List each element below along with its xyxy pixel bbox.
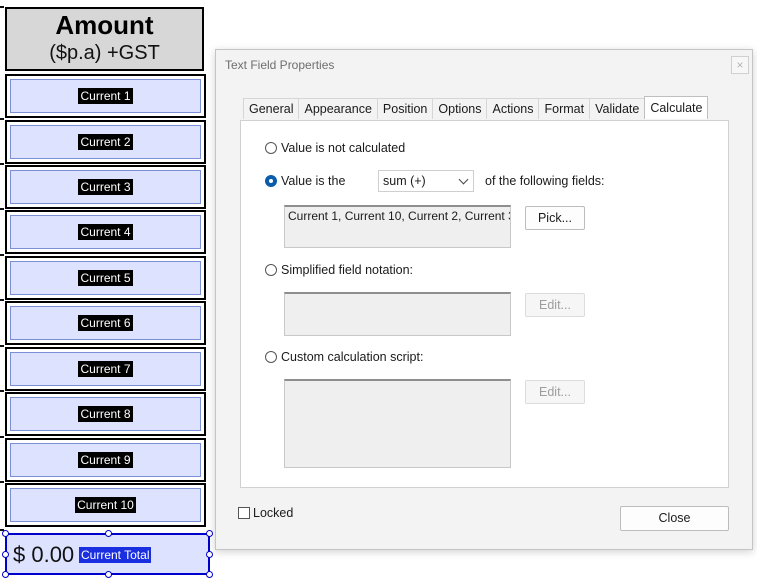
tab-calculate[interactable]: Calculate [644, 96, 709, 119]
table-row: Current 6 [5, 301, 206, 345]
field-name-label: Current 1 [78, 88, 133, 104]
radio-value-is-the[interactable]: Value is the [265, 174, 345, 188]
resize-handle[interactable] [2, 571, 9, 578]
form-field-current-4[interactable]: Current 4 [10, 215, 201, 249]
row-divider [0, 6, 4, 8]
radio-label: Value is not calculated [281, 141, 406, 155]
resize-handle[interactable] [206, 551, 213, 558]
row-divider [0, 345, 4, 347]
row-divider [0, 436, 4, 438]
table-row: Current 2 [5, 120, 206, 164]
form-field-current-2[interactable]: Current 2 [10, 125, 201, 159]
form-field-current-6[interactable]: Current 6 [10, 306, 201, 340]
form-amount-column: Amount ($p.a) +GST Current 1 Current 2 C… [0, 0, 213, 582]
tab-actions[interactable]: Actions [486, 98, 540, 119]
form-field-current-total[interactable]: $ 0.00 Current Total [2, 530, 213, 578]
locked-label: Locked [253, 506, 294, 520]
form-field-current-8[interactable]: Current 8 [10, 397, 201, 431]
table-row: Current 8 [5, 392, 206, 436]
close-icon[interactable]: × [731, 56, 749, 74]
tab-validate[interactable]: Validate [589, 98, 646, 119]
field-name-label: Current 7 [78, 361, 133, 377]
total-value: $ 0.00 [13, 542, 75, 567]
resize-handle[interactable] [105, 530, 112, 537]
custom-script-edit-button[interactable]: Edit... [525, 380, 585, 404]
radio-button[interactable] [265, 175, 277, 187]
form-field-current-1[interactable]: Current 1 [10, 79, 201, 113]
pick-button[interactable]: Pick... [525, 206, 585, 230]
form-field-current-7[interactable]: Current 7 [10, 352, 201, 386]
column-header-title: Amount [55, 10, 154, 40]
table-left-edge [0, 0, 4, 582]
row-divider [0, 163, 4, 165]
resize-handle[interactable] [206, 571, 213, 578]
operation-select-value: sum (+) [383, 174, 426, 188]
table-row: Current 3 [5, 165, 206, 209]
text-field-properties-dialog: Text Field Properties × General Appearan… [215, 49, 753, 550]
radio-label: Simplified field notation: [281, 263, 414, 277]
radio-not-calculated[interactable]: Value is not calculated [265, 141, 405, 155]
radio-simplified-notation[interactable]: Simplified field notation: [265, 263, 413, 277]
field-name-label: Current Total [79, 547, 152, 563]
field-name-label: Current 3 [78, 179, 133, 195]
radio-label: Custom calculation script: [281, 350, 424, 364]
row-divider [0, 208, 4, 210]
tab-position[interactable]: Position [376, 98, 434, 119]
table-row: Current 4 [5, 210, 206, 254]
field-name-label: Current 4 [78, 224, 133, 240]
form-field-current-10[interactable]: Current 10 [10, 488, 201, 522]
field-name-label: Current 9 [78, 452, 133, 468]
tab-options[interactable]: Options [432, 98, 488, 119]
table-row: Current 1 [5, 74, 206, 118]
table-row: Current 5 [5, 256, 206, 300]
row-divider [0, 254, 4, 256]
column-header: Amount ($p.a) +GST [5, 7, 204, 71]
field-name-label: Current 5 [78, 270, 133, 286]
operation-select[interactable]: sum (+) [378, 170, 474, 192]
simplified-notation-input[interactable] [284, 292, 511, 336]
radio-label: Value is the [281, 174, 346, 188]
of-following-fields-label: of the following fields: [485, 174, 605, 188]
resize-handle[interactable] [2, 551, 9, 558]
table-row: Current 10 [5, 483, 206, 527]
row-divider [0, 118, 4, 120]
locked-checkbox[interactable] [238, 507, 250, 519]
radio-button[interactable] [265, 351, 277, 363]
resize-handle[interactable] [2, 530, 9, 537]
field-name-label: Current 2 [78, 134, 133, 150]
field-name-label: Current 10 [75, 497, 136, 513]
field-name-label: Current 6 [78, 315, 133, 331]
row-divider [0, 299, 4, 301]
fields-list-input[interactable]: Current 1, Current 10, Current 2, Curren… [284, 205, 511, 248]
field-name-label: Current 8 [78, 406, 133, 422]
custom-script-input[interactable] [284, 379, 511, 468]
tab-appearance[interactable]: Appearance [298, 98, 378, 119]
row-divider [0, 390, 4, 392]
calculate-panel: Value is not calculated Value is the sum… [240, 120, 729, 488]
radio-button[interactable] [265, 142, 277, 154]
dialog-title: Text Field Properties [225, 58, 335, 72]
form-field-current-5[interactable]: Current 5 [10, 261, 201, 295]
resize-handle[interactable] [206, 530, 213, 537]
resize-handle[interactable] [105, 571, 112, 578]
fields-list-value: Current 1, Current 10, Current 2, Curren… [288, 209, 511, 223]
table-row: Current 7 [5, 347, 206, 391]
locked-checkbox-row[interactable]: Locked [238, 506, 293, 520]
row-divider [0, 481, 4, 483]
radio-custom-script[interactable]: Custom calculation script: [265, 350, 423, 364]
tab-bar: General Appearance Position Options Acti… [243, 96, 709, 120]
chevron-down-icon [458, 174, 469, 185]
tab-general[interactable]: General [243, 98, 300, 119]
radio-button[interactable] [265, 264, 277, 276]
tab-format[interactable]: Format [538, 98, 591, 119]
close-button[interactable]: Close [620, 506, 729, 531]
form-field-current-3[interactable]: Current 3 [10, 170, 201, 204]
table-row: Current 9 [5, 438, 206, 482]
form-field-current-9[interactable]: Current 9 [10, 443, 201, 477]
column-header-subtitle: ($p.a) +GST [49, 42, 160, 64]
simplified-edit-button[interactable]: Edit... [525, 293, 585, 317]
